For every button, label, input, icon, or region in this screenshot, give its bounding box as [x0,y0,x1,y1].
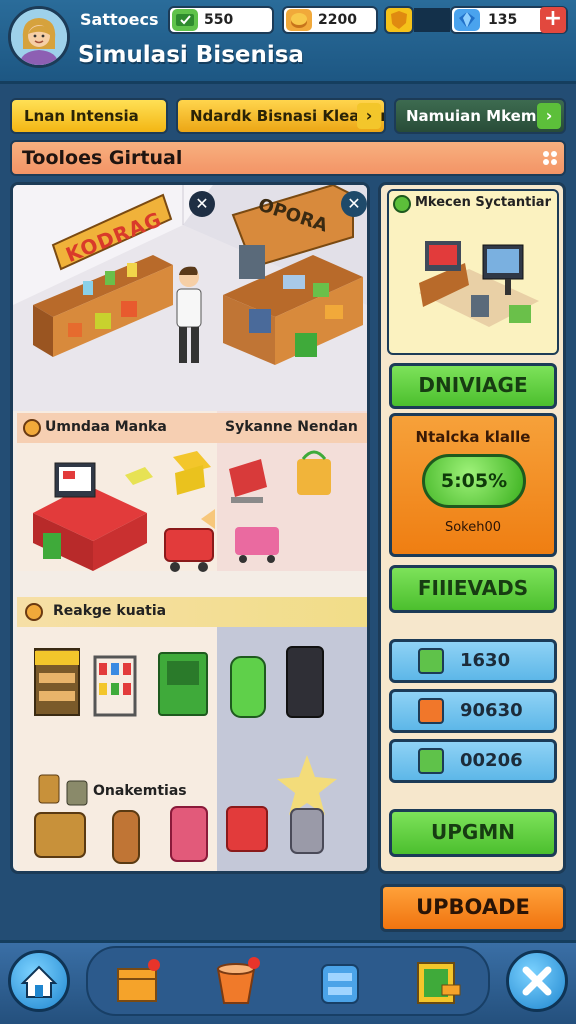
home-icon [20,965,58,998]
close-icon[interactable]: ✕ [189,191,215,217]
close-icon[interactable]: ✕ [341,191,367,217]
category-card-sykanne[interactable]: Sykanne Nendan [217,411,367,571]
tag-icon [23,419,41,437]
tab-bisnasi[interactable]: Ndardk Bisnasi Kleadan › [176,98,386,134]
add-gems-button[interactable]: + [540,7,566,33]
store-scene: KODRAG OPORA ✕ ✕ [13,185,367,411]
storage-tank-icon[interactable] [314,955,366,1007]
shop-panel: KODRAG OPORA ✕ ✕ Umndaa Manka Sykanne Ne… [10,182,370,874]
offer-title: Ntalcka klalle [415,428,531,446]
player-subtitle: Sattoecs [80,10,159,29]
top-header: Sattoecs Simulasi Bisenisa 550 2200 135 … [0,0,576,84]
check-icon [393,195,411,213]
chevron-right-icon: › [537,103,561,129]
tab-lnan-intensia[interactable]: Lnan Intensia [10,98,168,134]
side-panel: Mkecen Syctantiar DNIVIAGE Ntalcka klall… [378,182,566,874]
section-title: Tooloes Girtual [22,147,183,169]
cash-counter: 550 [168,6,274,34]
station-preview-title: Mkecen Syctantiar [415,195,551,210]
tag-icon [25,603,43,621]
energy-bar-track [414,8,450,32]
cabinet-icon[interactable] [412,955,464,1007]
close-button[interactable] [506,950,568,1012]
ledger-stat-icon [418,748,444,774]
bucket-icon[interactable] [210,955,262,1007]
offer-caption: Sokeh00 [444,520,502,535]
category-header: Umndaa Manka [17,413,217,443]
game-title: Simulasi Bisenisa [78,42,304,68]
cash-stat-icon [418,648,444,674]
stat-boxes: 90630 [389,689,557,733]
options-icon[interactable] [540,148,560,168]
suitcase-icon [164,528,214,572]
category-label-onakemtias: Onakemtias [93,783,187,799]
player-avatar[interactable] [8,6,70,68]
station-preview-card[interactable]: Mkecen Syctantiar [387,189,559,355]
category-header-reakge[interactable]: Reakge kuatia [17,597,367,627]
stat-ledger: 00206 [389,739,557,783]
crate-icon[interactable] [112,955,164,1007]
stat-cash: 1630 [389,639,557,683]
shield-icon[interactable] [384,6,414,34]
offer-card: Ntalcka klalle 5:05% Sokeh00 [389,413,557,557]
gem-icon [454,9,480,31]
box-stat-icon [418,698,444,724]
chevron-right-icon: › [357,103,381,129]
upgmn-button[interactable]: UPGMN [389,809,557,857]
cash-icon [172,9,198,31]
fiievads-button[interactable]: FIIIEVADS [389,565,557,613]
tab-namuian[interactable]: Namuian Mkeman › [394,98,566,134]
coins-icon [286,9,312,31]
update-button[interactable]: UPBOADE [380,884,566,932]
close-icon [522,966,552,996]
category-header: Sykanne Nendan [217,413,367,443]
category-card-locked[interactable] [217,627,367,871]
offer-rate-button[interactable]: 5:05% [422,454,526,508]
diviage-button[interactable]: DNIVIAGE [389,363,557,409]
section-title-bar: Tooloes Girtual [10,140,566,176]
coins-counter: 2200 [282,6,378,34]
home-button[interactable] [8,950,70,1012]
category-card-reakge[interactable]: Onakemtias [17,627,217,871]
